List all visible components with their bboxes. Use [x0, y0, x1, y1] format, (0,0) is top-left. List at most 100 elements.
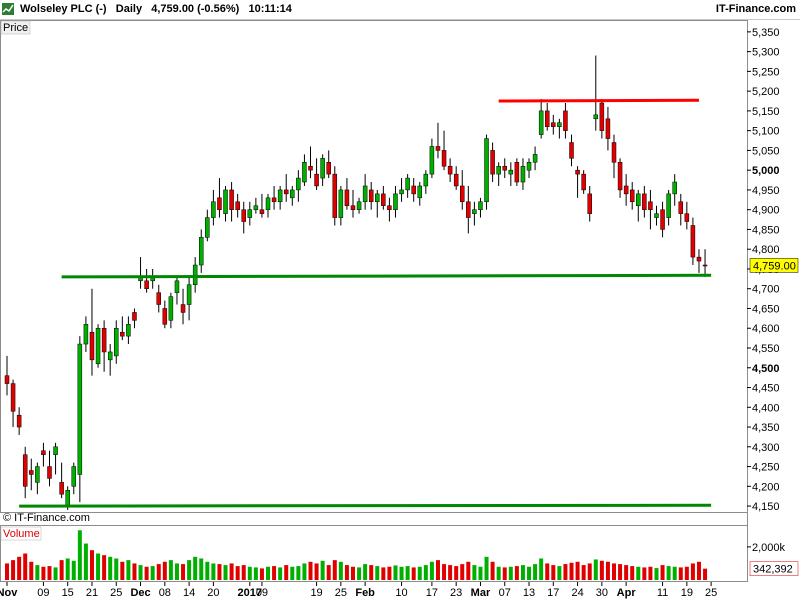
candle-body — [575, 169, 580, 175]
volume-bar — [272, 566, 277, 580]
volume-bar — [703, 568, 708, 580]
volume-bar — [654, 568, 659, 580]
price-tick-label: 5,100 — [752, 126, 780, 138]
volume-bar — [65, 558, 70, 580]
candle-body — [41, 450, 46, 455]
candle-body — [35, 466, 40, 483]
candle-body — [344, 189, 350, 206]
candle-body — [532, 154, 538, 163]
volume-bar — [599, 560, 604, 580]
volume-bar — [545, 563, 550, 580]
volume-bar — [684, 566, 689, 580]
candle-body — [466, 201, 471, 218]
price-tick-label: 4,300 — [752, 442, 780, 454]
candle-body — [198, 237, 204, 266]
volume-bar — [393, 565, 398, 580]
time-tick-label: 15 — [62, 587, 74, 599]
volume-bar — [320, 560, 325, 580]
candle-body — [642, 193, 647, 210]
price-tick-label: 5,000 — [752, 165, 780, 177]
volume-bar — [53, 567, 58, 580]
candle-body — [59, 482, 64, 495]
candle-body — [22, 454, 28, 487]
time-tick-label: Mar — [471, 587, 491, 599]
price-tick-label: 4,800 — [752, 244, 780, 256]
time-tick-label: 09 — [256, 587, 268, 599]
volume-panel-frame — [0, 525, 748, 582]
volume-bar — [648, 566, 653, 580]
volume-bar — [423, 565, 428, 580]
candle-body — [168, 296, 174, 321]
price-tick-label: 4,650 — [752, 303, 780, 315]
time-tick-label: 19 — [310, 587, 322, 599]
candle-body — [672, 181, 677, 195]
volume-bar — [678, 567, 683, 580]
candle-body — [362, 185, 368, 203]
volume-bar — [229, 563, 234, 580]
volume-bar — [162, 561, 167, 580]
time-tick-label: Apr — [617, 587, 637, 599]
volume-bar — [138, 565, 143, 580]
candle-body — [65, 490, 70, 507]
candle-body — [338, 189, 344, 218]
time-tick-label: 17 — [547, 587, 559, 599]
volume-bar — [59, 560, 64, 580]
volume-bar — [690, 563, 695, 580]
candle-body — [460, 185, 465, 203]
trendline-support-upper — [61, 273, 712, 279]
volume-bar — [399, 566, 404, 580]
volume-bar — [569, 562, 574, 580]
volume-bar — [247, 566, 252, 580]
time-tick-label: Feb — [355, 587, 375, 599]
candle-body — [314, 173, 319, 187]
candle-body — [611, 142, 617, 163]
candle-body — [253, 205, 259, 210]
price-tick-label: 4,500 — [752, 363, 780, 375]
candle-body — [308, 165, 313, 171]
volume-bar — [381, 567, 386, 580]
volume-bar — [618, 564, 623, 580]
candle-body — [696, 256, 702, 262]
volume-bar — [211, 563, 216, 580]
volume-bar — [156, 564, 161, 580]
candle-body — [375, 193, 380, 203]
price-tick-label: 5,350 — [752, 27, 780, 39]
time-tick-label: 11 — [657, 587, 668, 599]
price-tick-label: 4,250 — [752, 462, 780, 474]
volume-bar — [83, 543, 88, 580]
candle-body — [229, 189, 234, 210]
candle-body — [16, 414, 22, 428]
candle-body — [296, 177, 301, 191]
time-tick-label: 25 — [335, 587, 347, 599]
candle-body — [441, 150, 447, 167]
volume-bar — [290, 566, 295, 580]
candle-body — [174, 280, 180, 293]
candle-body — [563, 110, 568, 131]
volume-bar — [460, 564, 465, 580]
candle-body — [10, 383, 16, 412]
candle-body — [447, 165, 453, 175]
price-volume-chart[interactable]: 4,150 4,200 4,250 4,300 4,350 4,400 4,450 4,500… — [0, 0, 800, 600]
volume-bar — [557, 566, 562, 580]
volume-bar — [630, 566, 635, 580]
volume-bar — [417, 566, 422, 580]
candle-body — [478, 201, 483, 210]
time-tick-label: 20 — [207, 587, 219, 599]
candle-body — [605, 118, 611, 139]
volume-bar — [514, 566, 519, 580]
volume-bar — [77, 530, 82, 580]
candle-body — [551, 122, 556, 127]
price-panel-frame — [0, 20, 748, 513]
candle-body — [71, 466, 77, 487]
volume-panel-label: Volume — [3, 528, 40, 540]
last-price-tag: 4,759.00 — [753, 260, 796, 272]
price-tick-label: 4,450 — [752, 383, 780, 395]
candle-body — [368, 189, 374, 203]
time-tick-label: 19 — [681, 587, 693, 599]
candle-body — [126, 324, 131, 337]
candle-body — [678, 201, 684, 214]
price-tick-label: 4,850 — [752, 224, 780, 236]
last-volume-tag: 342,392 — [753, 564, 793, 576]
candle-body — [302, 162, 307, 183]
candle-body — [387, 205, 392, 210]
